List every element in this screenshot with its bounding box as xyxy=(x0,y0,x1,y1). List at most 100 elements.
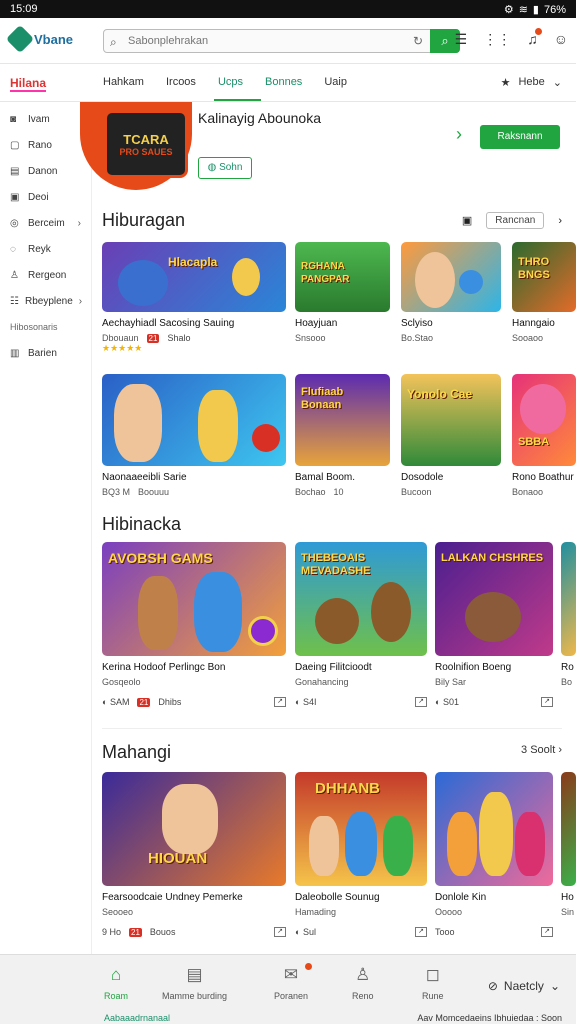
arrow-right-icon[interactable]: › xyxy=(456,124,462,145)
grid-icon[interactable]: ⋮⋮ xyxy=(483,31,511,48)
app-logo[interactable]: Vbane xyxy=(5,24,74,54)
search-bar: ⌕ ↻ ⌕ xyxy=(103,29,460,53)
section-hiburagan: Hiburagan ▣ Rancnan › xyxy=(102,210,576,240)
game-card[interactable]: HIOUAN Fearsoodcaie Undney Pemerke Seooe… xyxy=(102,772,286,937)
brand-label[interactable]: Hilana xyxy=(10,76,47,92)
card-subtitle: Sin xyxy=(561,907,575,917)
signal-icon: ▮ xyxy=(532,4,539,16)
tab-bonnes[interactable]: Bonnes xyxy=(265,76,302,88)
share-icon[interactable]: ↗ xyxy=(541,927,553,937)
book-icon: ▥ xyxy=(10,347,20,359)
bottom-nav-account[interactable]: ⊘ Naetcly ⌄ xyxy=(488,979,560,993)
sidebar-item-berceim[interactable]: ◎ Berceim › xyxy=(0,210,91,236)
bottom-nav-browse[interactable]: ▤ Mamme burding xyxy=(162,965,227,1001)
link-icon: ⊘ xyxy=(487,979,498,993)
game-thumbnail: RGHANA PANGPAR xyxy=(295,242,390,312)
card-title: Bamal Boom. xyxy=(295,472,356,483)
game-card[interactable]: SBBA Rono Boathur Bonaoo xyxy=(512,374,576,497)
sort-icon[interactable]: ▣ xyxy=(462,214,472,227)
character-art xyxy=(415,252,455,308)
game-card[interactable]: Ho Sin xyxy=(561,772,576,917)
search-input[interactable] xyxy=(128,33,408,49)
logo-text: Vbane xyxy=(34,31,74,47)
play-button-icon xyxy=(248,616,278,646)
avatar-icon[interactable]: ☺ xyxy=(554,31,568,48)
sidebar-item-rbeyplene[interactable]: ☷ Rbeyplene › xyxy=(0,288,91,314)
game-card[interactable]: Flufiaab Bonaan Bamal Boom. Bochao 10 xyxy=(295,374,390,497)
share-icon[interactable]: ↗ xyxy=(541,697,553,707)
sidebar-item-rergeon[interactable]: ♙ Rergeon xyxy=(0,262,91,288)
sidebar-item-label: Reyk xyxy=(28,243,51,255)
sidebar-item-rano[interactable]: ▢ Rano xyxy=(0,132,91,158)
bottom-nav-more[interactable]: ◻ Rune xyxy=(422,965,444,1001)
chevron-right-icon[interactable]: › xyxy=(558,215,562,227)
game-card[interactable]: THRO BNGS Hanngaio Sooaoo xyxy=(512,242,576,343)
sidebar-item-danon[interactable]: ▤ Danon xyxy=(0,158,91,184)
card-title: Hanngaio xyxy=(512,318,555,329)
status-icons: ⚙ ≋ ▮ 76% xyxy=(503,3,566,17)
game-card[interactable]: LALKAN CHSHRES Roolnifion Boeng Bily Sar… xyxy=(435,542,553,707)
notification-icon[interactable]: ♫ xyxy=(527,28,542,48)
nav-right-menu[interactable]: ★ Hebe ⌄ xyxy=(501,76,562,89)
menu-icon[interactable]: ☰ xyxy=(455,31,468,48)
user-icon: ♙ xyxy=(10,269,19,281)
tab-uaip[interactable]: Uaip xyxy=(324,76,347,88)
share-icon[interactable]: ↗ xyxy=(274,927,286,937)
card-subtitle: Ooooo xyxy=(435,907,463,917)
rating-badge: 21 xyxy=(137,697,151,707)
card-meta: ◐ Sul xyxy=(295,927,316,937)
game-card[interactable]: Ro Bo xyxy=(561,542,576,687)
card-subtitle: Bucoon xyxy=(401,487,432,497)
game-thumbnail xyxy=(102,374,286,466)
character-art xyxy=(138,576,178,650)
card-subtitle: Bo.Stao xyxy=(401,333,434,343)
sidebar-item-barien[interactable]: ▥ Barien xyxy=(0,340,91,366)
notification-dot xyxy=(534,28,542,35)
game-card[interactable]: AVOBSH GAMS Kerina Hodoof Perlingc Bon G… xyxy=(102,542,286,707)
game-card[interactable]: Naonaaeeibli Sarie BQ3 M Boouuu xyxy=(102,374,286,497)
card-title: Roolnifion Boeng xyxy=(435,662,512,673)
tab-hahkam[interactable]: Hahkam xyxy=(103,76,144,88)
chat-icon: ◌ xyxy=(10,243,16,255)
thumbnail-title: HIOUAN xyxy=(148,850,208,867)
footer-right-text: Aav Momcedaeins Ibhuiedaa : Soon xyxy=(417,1013,562,1023)
section-divider xyxy=(102,728,562,729)
game-card[interactable]: Sclyiso Bo.Stao xyxy=(401,242,501,343)
filter-button[interactable]: Rancnan xyxy=(486,212,545,229)
game-card[interactable]: Yonolo Cae Dosodole Bucoon xyxy=(401,374,501,497)
footer-left-link[interactable]: Aabaaadrnanaal xyxy=(104,1013,170,1023)
share-icon[interactable]: ↗ xyxy=(415,697,427,707)
sidebar-item-hibosonaris[interactable]: Hibosonaris xyxy=(0,314,91,340)
bottom-nav-inbox[interactable]: ✉ Poranen xyxy=(274,963,313,1001)
share-icon[interactable]: ↗ xyxy=(274,697,286,707)
bottom-nav-home[interactable]: ⌂ Roam xyxy=(104,965,128,1001)
card-subtitle: Bonaoo xyxy=(512,487,544,497)
featured-cta-button[interactable]: Raksnann xyxy=(480,125,560,149)
settings-icon: ⚙ xyxy=(503,4,514,16)
game-card[interactable]: Hlacapla Aechayhiadl Sacosing Sauing Dbo… xyxy=(102,242,286,354)
tab-ircoos[interactable]: Ircoos xyxy=(166,76,196,88)
game-card[interactable]: DHHANB Daleobolle Sounug Hamading ◐ Sul ↗ xyxy=(295,772,427,937)
sidebar-item-deoi[interactable]: ▣ Deoi xyxy=(0,184,91,210)
sidebar-item-reyk[interactable]: ◌ Reyk xyxy=(0,236,91,262)
thumbnail-title: Hlacapla xyxy=(168,255,218,269)
bottom-nav-label: Reno xyxy=(352,991,374,1001)
game-card[interactable]: THEBEOAIS MEVADASHE Daeing Filitcioodt G… xyxy=(295,542,427,707)
featured-art[interactable]: TCARA PRO SAUES xyxy=(104,110,188,178)
chevron-right-icon: › xyxy=(78,295,83,307)
tab-ucps[interactable]: Ucps xyxy=(213,76,262,101)
game-card[interactable]: RGHANA PANGPAR Hoayjuan Snsooo xyxy=(295,242,390,343)
see-all-link[interactable]: 3 Soolt › xyxy=(521,744,562,756)
card-subtitle: Seooeo xyxy=(102,907,134,917)
refresh-icon[interactable]: ↻ xyxy=(413,34,423,48)
share-icon[interactable]: ↗ xyxy=(415,927,427,937)
thumbnail-title: DHHANB xyxy=(315,780,380,797)
card-subtitle: Gonahancing xyxy=(295,677,349,687)
thumbnail-title: SBBA xyxy=(518,436,550,448)
game-card[interactable]: Donlole Kin Ooooo Tooo ↗ xyxy=(435,772,553,937)
bottom-nav-profile[interactable]: ♙ Reno xyxy=(352,965,374,1001)
rating-badge: 21 xyxy=(146,333,160,343)
card-subtitle: Bochao xyxy=(295,487,326,497)
sidebar-item-ivam[interactable]: ◙ Ivam xyxy=(0,106,91,132)
featured-secondary-button[interactable]: ◍ Sohn xyxy=(198,157,252,179)
